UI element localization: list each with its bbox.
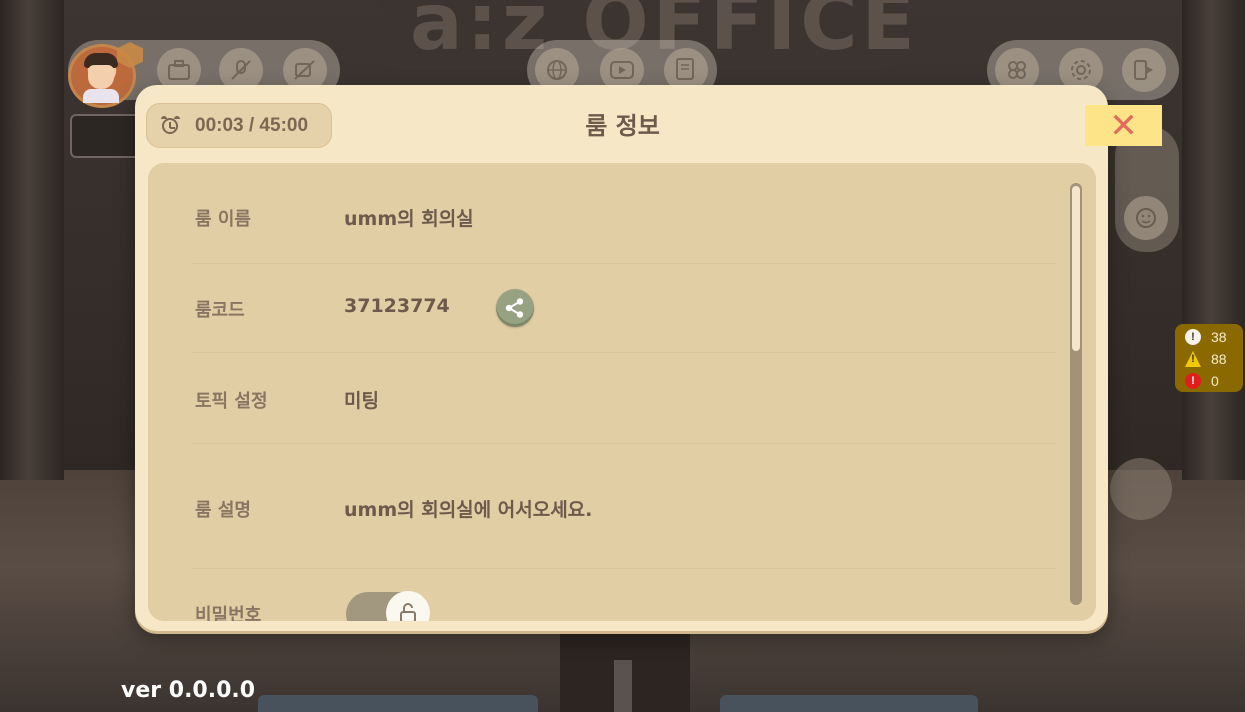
exit-icon[interactable]: [1122, 48, 1166, 92]
close-button[interactable]: ✕: [1085, 105, 1162, 146]
right-pillar: [1182, 0, 1245, 480]
info-counter: ! 38: [1185, 327, 1227, 347]
floor-screen-left: [258, 695, 538, 712]
close-icon: ✕: [1109, 105, 1138, 146]
warning-counter: ! 88: [1185, 349, 1227, 369]
description-value: umm의 회의실에 어서오세요.: [344, 499, 593, 521]
share-icon: [505, 298, 524, 318]
log-counter-panel: ! 38 ! 88 ! 0: [1175, 324, 1243, 392]
stamp-button[interactable]: [1110, 458, 1172, 520]
error-icon: !: [1185, 373, 1201, 389]
share-button[interactable]: [496, 289, 534, 327]
walkway-line: [614, 660, 632, 712]
left-pillar: [0, 0, 64, 480]
floor-screen-right: [720, 695, 978, 712]
room-name-label: 룸 이름: [195, 209, 251, 230]
scrollbar-thumb[interactable]: [1072, 186, 1080, 351]
room-code-value: 37123774: [344, 295, 450, 317]
room-name-value: umm의 회의실: [344, 208, 474, 230]
password-toggle[interactable]: [346, 591, 430, 621]
topic-value: 미팅: [344, 390, 379, 412]
session-timer: 00:03 / 45:00: [146, 103, 332, 148]
warning-icon: !: [1185, 351, 1201, 367]
timer-text: 00:03 / 45:00: [195, 114, 309, 136]
error-counter: ! 0: [1185, 371, 1219, 391]
room-code-label: 룸코드: [195, 300, 245, 321]
emoji-icon[interactable]: [1124, 196, 1168, 240]
info-icon: !: [1185, 329, 1201, 345]
room-info-content: 룸 이름 umm의 회의실 룸코드 37123774 토픽 설정 미팅 룸 설명…: [148, 163, 1096, 621]
topic-row: 토픽 설정 미팅: [192, 352, 1056, 444]
topic-label: 토픽 설정: [195, 391, 268, 412]
description-label: 룸 설명: [195, 500, 251, 521]
password-label: 비밀번호: [195, 605, 262, 621]
description-row: 룸 설명 umm의 회의실에 어서오세요.: [192, 443, 1056, 569]
alarm-clock-icon: [161, 115, 181, 136]
room-name-row: 룸 이름 umm의 회의실: [192, 163, 1056, 264]
password-row: 비밀번호: [192, 568, 1056, 621]
room-code-row: 룸코드 37123774: [192, 263, 1056, 353]
version-label: ver 0.0.0.0: [121, 678, 256, 703]
unlock-icon: [400, 603, 416, 621]
